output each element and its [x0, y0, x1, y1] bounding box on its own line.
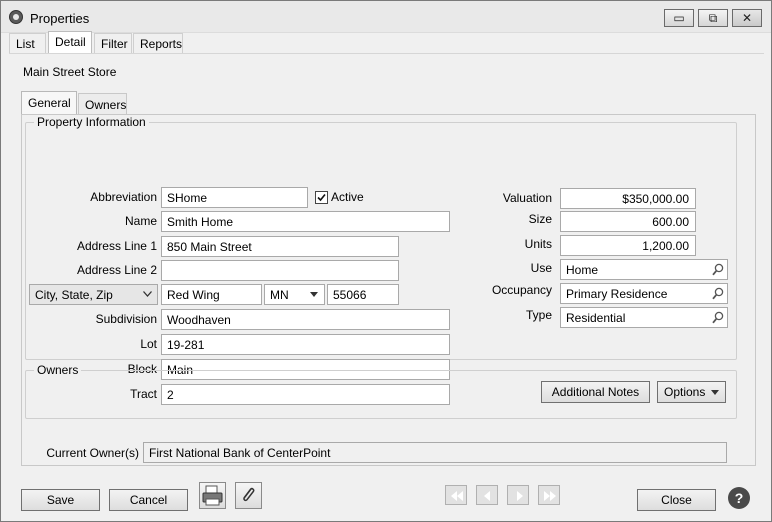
type-lookup[interactable]: Residential	[560, 307, 728, 328]
state-value: MN	[270, 288, 289, 302]
print-icon	[202, 485, 223, 506]
attach-button[interactable]	[235, 482, 262, 509]
paperclip-icon	[243, 487, 255, 502]
use-value: Home	[566, 263, 599, 277]
valuation-input[interactable]: $350,000.00	[560, 188, 696, 209]
use-lookup[interactable]: Home	[560, 259, 728, 280]
print-button[interactable]	[199, 482, 226, 509]
owners-legend: Owners	[37, 363, 79, 377]
units-input[interactable]: 1,200.00	[560, 235, 696, 256]
active-checkbox[interactable]	[315, 191, 328, 204]
occupancy-value: Primary Residence	[566, 287, 668, 301]
tab-detail[interactable]: Detail	[48, 31, 92, 53]
window-title: Properties	[30, 11, 90, 26]
magnifier-icon[interactable]	[712, 287, 724, 300]
app-logo-icon	[9, 10, 23, 24]
previous-record-button[interactable]	[476, 485, 498, 505]
type-value: Residential	[566, 311, 626, 325]
chevron-down-icon	[143, 291, 152, 297]
lot-input[interactable]: 19-281	[161, 334, 450, 355]
next-record-button[interactable]	[507, 485, 529, 505]
use-label: Use	[530, 261, 552, 275]
subdivision-label: Subdivision	[95, 312, 157, 326]
subdivision-input[interactable]: Woodhaven	[161, 309, 450, 330]
first-record-button[interactable]	[445, 485, 467, 505]
size-input[interactable]: 600.00	[560, 211, 696, 232]
help-icon[interactable]: ?	[728, 487, 750, 509]
owners-group: Owners	[25, 363, 737, 419]
tab-owners[interactable]: Owners	[78, 93, 127, 114]
current-owners-field: First National Bank of CenterPoint	[143, 442, 727, 463]
tab-list[interactable]: List	[9, 33, 46, 53]
city-input[interactable]: Red Wing	[161, 284, 262, 305]
previous-record-icon	[484, 491, 490, 501]
checkmark-icon	[317, 193, 326, 202]
first-record-icon	[451, 491, 463, 501]
abbreviation-input[interactable]: SHome	[161, 187, 308, 208]
name-label: Name	[124, 214, 157, 228]
cancel-button[interactable]: Cancel	[109, 489, 188, 511]
tab-general[interactable]: General	[21, 91, 77, 115]
size-label: Size	[528, 212, 552, 226]
occupancy-label: Occupancy	[491, 283, 552, 297]
zip-input[interactable]: 55066	[327, 284, 399, 305]
valuation-label: Valuation	[502, 191, 552, 205]
title-bar: Properties ▭ ⧉ ✕	[1, 1, 771, 33]
restore-button[interactable]: ⧉	[698, 9, 728, 27]
occupancy-lookup[interactable]: Primary Residence	[560, 283, 728, 304]
magnifier-icon[interactable]	[712, 263, 724, 276]
last-record-button[interactable]	[538, 485, 560, 505]
close-window-button[interactable]: ✕	[732, 9, 762, 27]
properties-window: Properties ▭ ⧉ ✕ List Detail Filter Repo…	[0, 0, 772, 522]
address-line-2-label: Address Line 2	[76, 263, 157, 277]
name-input[interactable]: Smith Home	[161, 211, 450, 232]
detail-panel: Main Street Store General Owners Propert…	[9, 53, 764, 516]
dropdown-arrow-icon	[310, 292, 318, 297]
property-information-legend: Property Information	[37, 115, 146, 129]
close-button[interactable]: Close	[637, 489, 716, 511]
tab-filter[interactable]: Filter	[94, 33, 132, 53]
general-tab-panel: Property Information Abbreviation SHome …	[21, 114, 756, 466]
tab-reports[interactable]: Reports	[133, 33, 183, 53]
last-record-icon	[544, 491, 556, 501]
city-state-zip-selector-label: City, State, Zip	[35, 288, 113, 302]
units-label: Units	[524, 237, 552, 251]
address-line-1-input[interactable]: 850 Main Street	[161, 236, 399, 257]
city-state-zip-selector[interactable]: City, State, Zip	[29, 284, 158, 305]
type-label: Type	[525, 308, 552, 322]
current-owners-label: Current Owner(s)	[46, 446, 139, 460]
save-button[interactable]: Save	[21, 489, 100, 511]
state-select[interactable]: MN	[264, 284, 325, 305]
abbreviation-label: Abbreviation	[90, 190, 157, 204]
active-label: Active	[331, 190, 364, 204]
record-name: Main Street Store	[23, 65, 117, 79]
magnifier-icon[interactable]	[712, 311, 724, 324]
minimize-button[interactable]: ▭	[664, 9, 694, 27]
next-record-icon	[517, 491, 523, 501]
address-line-1-label: Address Line 1	[76, 239, 157, 253]
address-line-2-input[interactable]	[161, 260, 399, 281]
lot-label: Lot	[140, 337, 157, 351]
